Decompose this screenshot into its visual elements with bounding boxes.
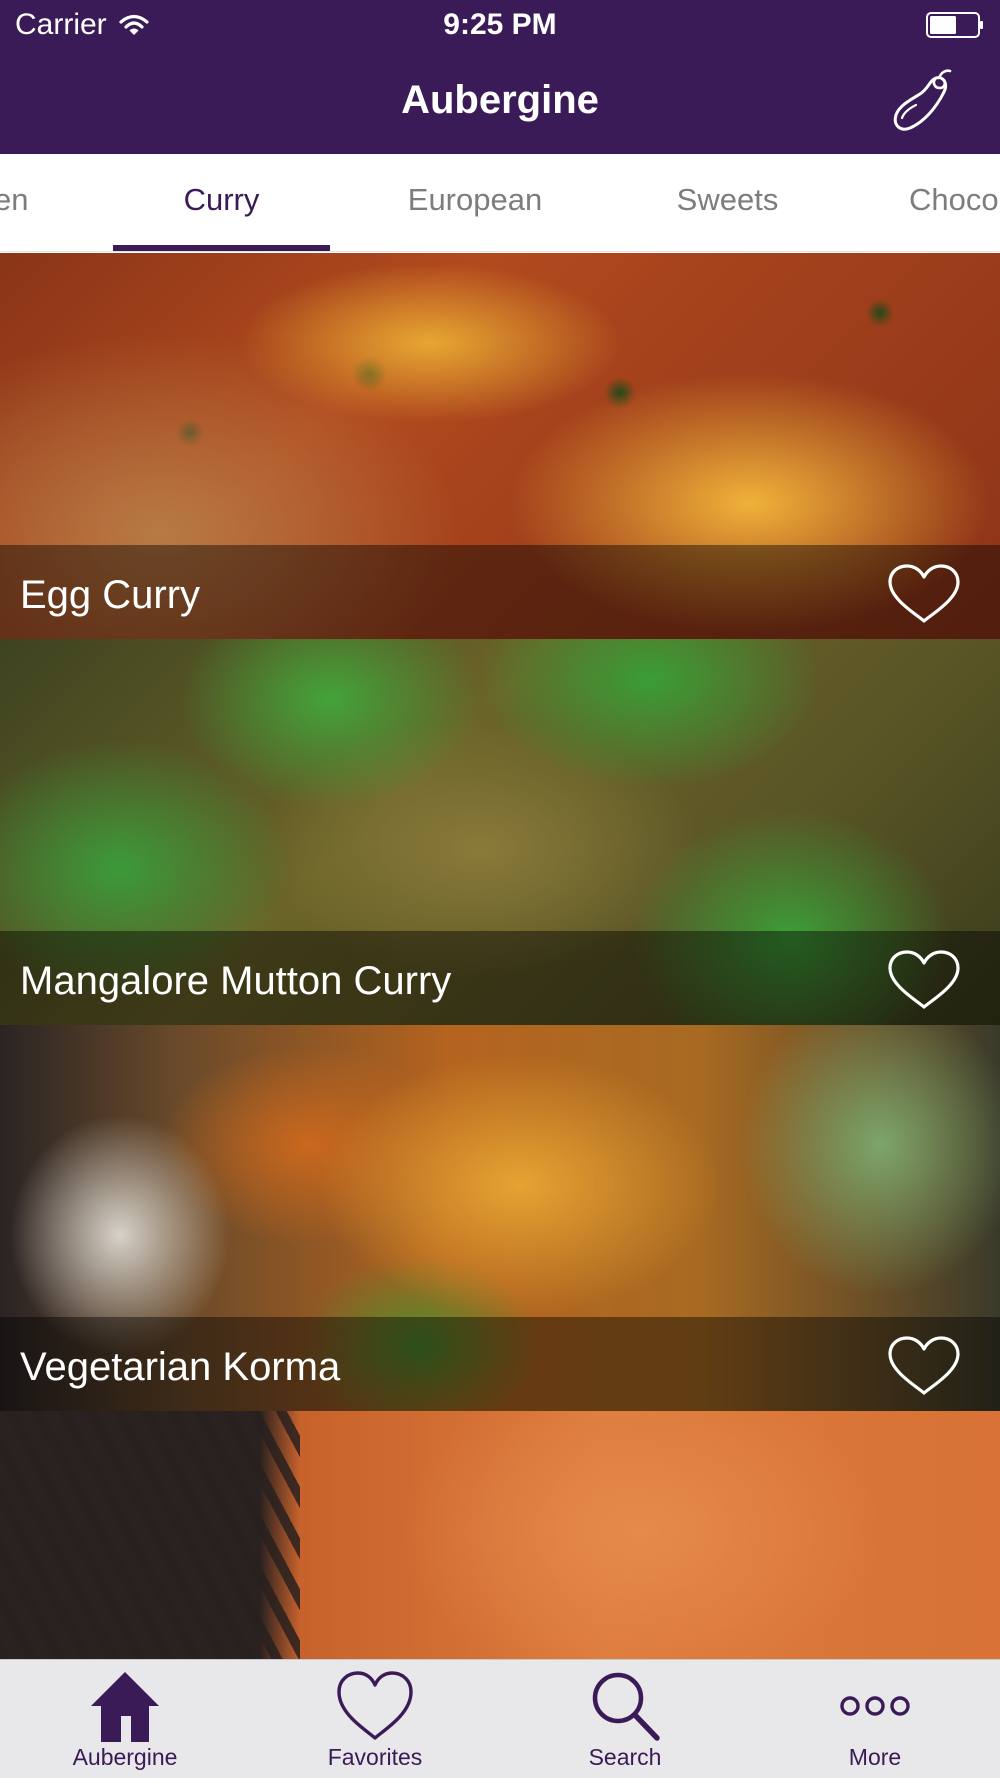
tabbar-item-aubergine[interactable]: Aubergine bbox=[0, 1660, 250, 1778]
recipe-caption: Mangalore Mutton Curry bbox=[0, 931, 1000, 1025]
tab-chocolate[interactable]: Choco bbox=[909, 154, 1000, 251]
tabbar-item-favorites[interactable]: Favorites bbox=[250, 1660, 500, 1778]
tab-sweets[interactable]: Sweets bbox=[620, 154, 835, 251]
recipe-card[interactable] bbox=[0, 1411, 1000, 1659]
recipe-title: Egg Curry bbox=[20, 573, 201, 617]
active-tab-indicator bbox=[113, 245, 330, 251]
tab-curry[interactable]: Curry bbox=[113, 154, 330, 251]
recipe-card[interactable]: Mangalore Mutton Curry bbox=[0, 639, 1000, 1025]
tab-kitchen[interactable]: en bbox=[0, 154, 34, 251]
heart-outline-icon[interactable] bbox=[886, 1335, 962, 1397]
tabbar-label: Search bbox=[588, 1744, 662, 1770]
recipe-card[interactable]: Vegetarian Korma bbox=[0, 1025, 1000, 1411]
category-tabs: en Curry European Sweets Choco bbox=[0, 154, 1000, 252]
aubergine-logo-icon bbox=[893, 69, 952, 131]
tabbar-label: Favorites bbox=[327, 1744, 423, 1770]
battery-icon bbox=[926, 12, 983, 38]
recipe-caption: Vegetarian Korma bbox=[0, 1317, 1000, 1411]
recipe-title: Vegetarian Korma bbox=[20, 1345, 341, 1389]
heart-outline-icon[interactable] bbox=[886, 949, 962, 1011]
more-icon bbox=[840, 1696, 910, 1716]
recipe-photo bbox=[0, 1411, 1000, 1659]
tab-european[interactable]: European bbox=[365, 154, 585, 251]
top-bar: Carrier 9:25 PM Aubergine bbox=[0, 0, 1000, 154]
recipe-card[interactable]: Egg Curry bbox=[0, 253, 1000, 639]
page-title: Aubergine bbox=[401, 78, 599, 122]
tabbar-label: More bbox=[848, 1744, 902, 1770]
heart-outline-icon[interactable] bbox=[886, 563, 962, 625]
recipe-list[interactable]: Egg Curry Mangalore Mutton Curry Vegetar… bbox=[0, 253, 1000, 1659]
tabbar-item-more[interactable]: More bbox=[750, 1660, 1000, 1778]
recipe-title: Mangalore Mutton Curry bbox=[20, 959, 452, 1003]
tab-bar: Aubergine Favorites Search More bbox=[0, 1659, 1000, 1778]
tabbar-item-search[interactable]: Search bbox=[500, 1660, 750, 1778]
heart-icon bbox=[337, 1671, 413, 1740]
magnifier-icon bbox=[592, 1672, 660, 1741]
house-icon bbox=[91, 1672, 159, 1742]
tabbar-label: Aubergine bbox=[72, 1744, 178, 1770]
status-time: 9:25 PM bbox=[443, 8, 557, 41]
recipe-caption: Egg Curry bbox=[0, 545, 1000, 639]
